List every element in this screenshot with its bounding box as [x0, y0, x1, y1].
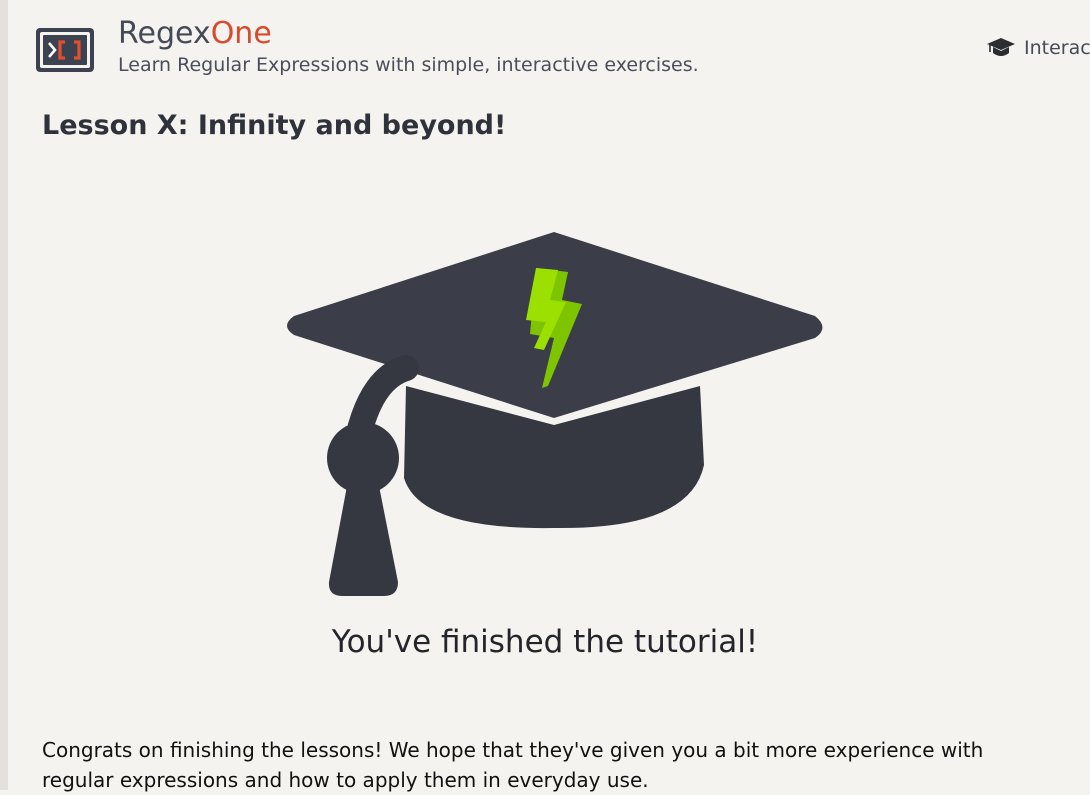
page-title: Lesson X: Infinity and beyond!: [42, 110, 507, 141]
congrats-paragraph: Congrats on finishing the lessons! We ho…: [42, 738, 984, 792]
regexone-logo-icon[interactable]: [36, 28, 94, 72]
tutorial-finished-message: You've finished the tutorial!: [331, 624, 759, 660]
nav-link-label: Interac: [1024, 37, 1090, 59]
left-edge-strip: [0, 0, 8, 790]
site-brand[interactable]: RegexOne: [118, 14, 272, 54]
site-tagline: Learn Regular Expressions with simple, i…: [118, 54, 699, 76]
graduation-cap-icon: [987, 38, 1015, 56]
brand-name-regex: Regex: [118, 16, 211, 51]
nav-link-interactive[interactable]: Interac: [986, 34, 1090, 62]
graduation-cap-lightning-icon: [287, 232, 823, 596]
brand-name-one: One: [210, 16, 272, 51]
